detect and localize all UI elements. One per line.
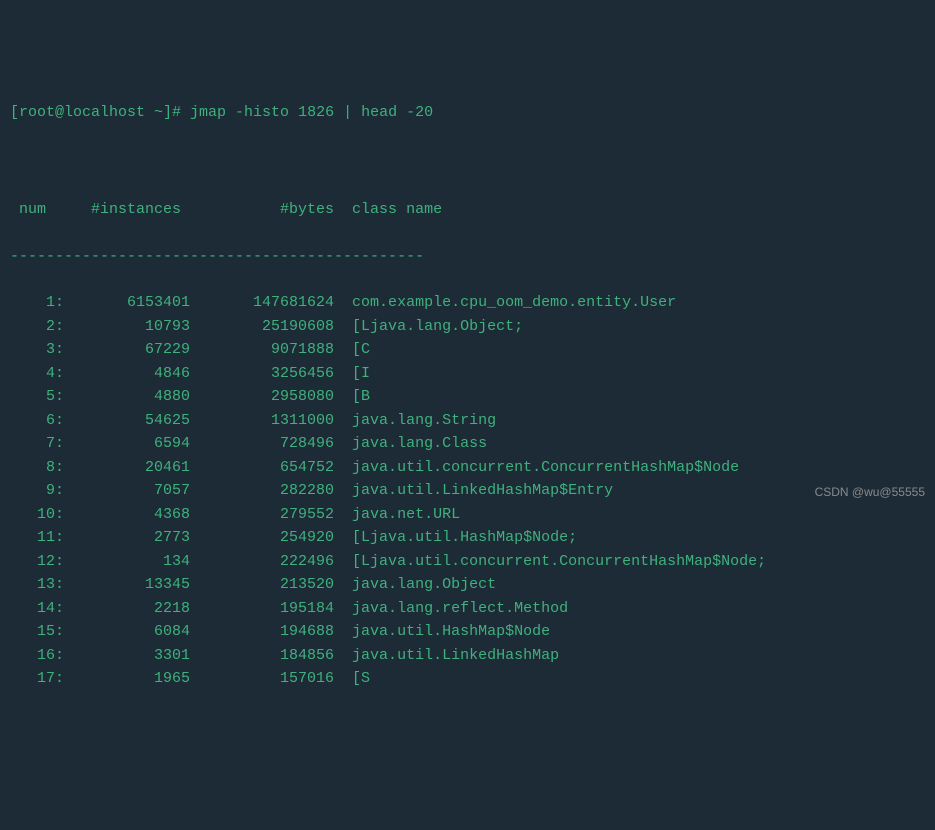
table-row: 9: 7057 282280 java.util.LinkedHashMap$E…	[10, 479, 925, 503]
table-row: 13: 13345 213520 java.lang.Object	[10, 573, 925, 597]
table-row: 15: 6084 194688 java.util.HashMap$Node	[10, 620, 925, 644]
table-header: num #instances #bytes class name	[10, 198, 925, 221]
table-row: 12: 134 222496 [Ljava.util.concurrent.Co…	[10, 550, 925, 574]
blank-line	[10, 152, 925, 175]
table-row: 17: 1965 157016 [S	[10, 667, 925, 691]
table-row: 3: 67229 9071888 [C	[10, 338, 925, 362]
divider-line: ----------------------------------------…	[10, 245, 925, 268]
table-row: 5: 4880 2958080 [B	[10, 385, 925, 409]
table-row: 8: 20461 654752 java.util.concurrent.Con…	[10, 456, 925, 480]
table-row: 2: 10793 25190608 [Ljava.lang.Object;	[10, 315, 925, 339]
table-row: 14: 2218 195184 java.lang.reflect.Method	[10, 597, 925, 621]
table-body: 1: 6153401 147681624 com.example.cpu_oom…	[10, 291, 925, 691]
table-row: 10: 4368 279552 java.net.URL	[10, 503, 925, 527]
table-row: 11: 2773 254920 [Ljava.util.HashMap$Node…	[10, 526, 925, 550]
watermark: CSDN @wu@55555	[815, 483, 925, 502]
table-row: 16: 3301 184856 java.util.LinkedHashMap	[10, 644, 925, 668]
table-row: 6: 54625 1311000 java.lang.String	[10, 409, 925, 433]
table-row: 7: 6594 728496 java.lang.Class	[10, 432, 925, 456]
shell-command: jmap -histo 1826 | head -20	[190, 104, 433, 121]
table-row: 1: 6153401 147681624 com.example.cpu_oom…	[10, 291, 925, 315]
shell-prompt: [root@localhost ~]#	[10, 104, 181, 121]
table-row: 4: 4846 3256456 [I	[10, 362, 925, 386]
command-prompt-line: [root@localhost ~]# jmap -histo 1826 | h…	[10, 101, 925, 124]
